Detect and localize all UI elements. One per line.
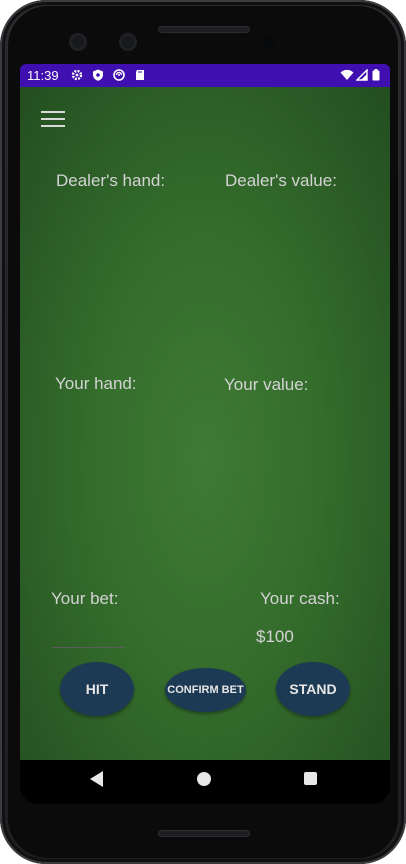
dealer-hand-label: Dealer's hand: (56, 171, 166, 190)
status-bar: 11:39 (20, 64, 390, 87)
cash-label: Your cash: (260, 589, 340, 608)
navigation-bar (20, 760, 390, 804)
bottom-speaker (158, 830, 250, 837)
stand-button[interactable]: STAND (276, 662, 350, 716)
sync-icon (113, 69, 125, 81)
battery-icon (372, 69, 380, 81)
sd-card-icon (136, 70, 144, 80)
bet-label: Your bet: (51, 589, 119, 608)
cash-value: $100 (256, 627, 294, 646)
shield-icon (93, 69, 103, 81)
front-camera (69, 33, 87, 51)
phone-frame: 11:39 Dealer's hand: Dealer's value: You… (0, 0, 406, 864)
wifi-icon (340, 69, 354, 80)
home-icon[interactable] (197, 772, 211, 786)
settings-icon (71, 69, 83, 81)
status-time: 11:39 (27, 68, 59, 83)
front-sensor (119, 33, 137, 51)
dealer-value-label: Dealer's value: (225, 171, 337, 190)
hit-button[interactable]: HIT (60, 662, 134, 716)
hamburger-menu-icon[interactable] (41, 109, 65, 129)
player-value-label: Your value: (224, 375, 309, 394)
recents-icon[interactable] (304, 772, 317, 785)
bet-input-field[interactable] (52, 647, 125, 648)
signal-icon (356, 69, 368, 81)
confirm-bet-button[interactable]: CONFIRM BET (165, 668, 246, 712)
proximity-sensor (262, 35, 275, 48)
player-hand-label: Your hand: (55, 374, 137, 393)
device-screen: 11:39 Dealer's hand: Dealer's value: You… (20, 64, 390, 804)
earpiece-speaker (158, 26, 250, 33)
blackjack-table: Dealer's hand: Dealer's value: Your hand… (20, 87, 390, 760)
back-icon[interactable] (90, 771, 103, 787)
